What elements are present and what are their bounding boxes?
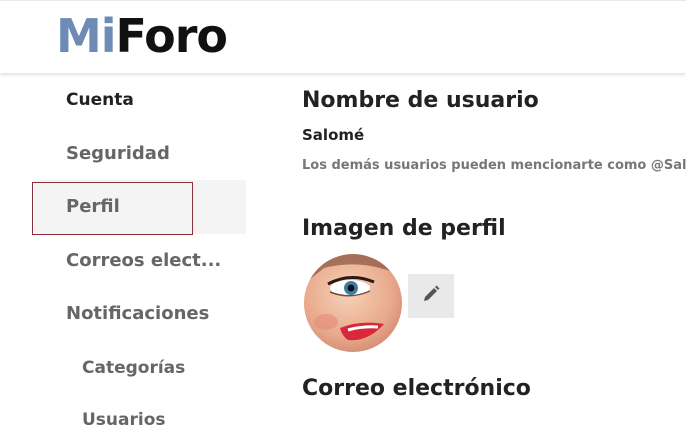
- nav-item-seguridad[interactable]: Seguridad: [66, 134, 170, 174]
- edit-avatar-button[interactable]: [408, 274, 454, 318]
- username-title: Nombre de usuario: [302, 88, 539, 113]
- nav-item-perfil[interactable]: Perfil: [66, 187, 120, 227]
- username-value: Salomé: [302, 126, 365, 144]
- nav-item-correos[interactable]: Correos elect...: [66, 241, 221, 281]
- email-title: Correo electrónico: [302, 376, 531, 401]
- logo-mi-text: Mi: [56, 9, 117, 63]
- profile-avatar: [304, 254, 402, 352]
- logo-foro-text: Foro: [115, 9, 228, 63]
- pencil-icon: [421, 284, 441, 308]
- preferences-nav: Cuenta Seguridad Perfil Correos elect...…: [0, 74, 250, 430]
- nav-item-usuarios[interactable]: Usuarios: [82, 400, 166, 440]
- site-logo[interactable]: MiForo: [56, 9, 228, 63]
- username-hint: Los demás usuarios pueden mencionarte co…: [302, 158, 686, 173]
- avatar-title: Imagen de perfil: [302, 216, 506, 241]
- nav-item-notificaciones[interactable]: Notificaciones: [66, 294, 209, 334]
- nav-item-categorias[interactable]: Categorías: [82, 348, 185, 388]
- site-header: MiForo: [0, 0, 686, 73]
- nav-item-cuenta[interactable]: Cuenta: [66, 80, 134, 120]
